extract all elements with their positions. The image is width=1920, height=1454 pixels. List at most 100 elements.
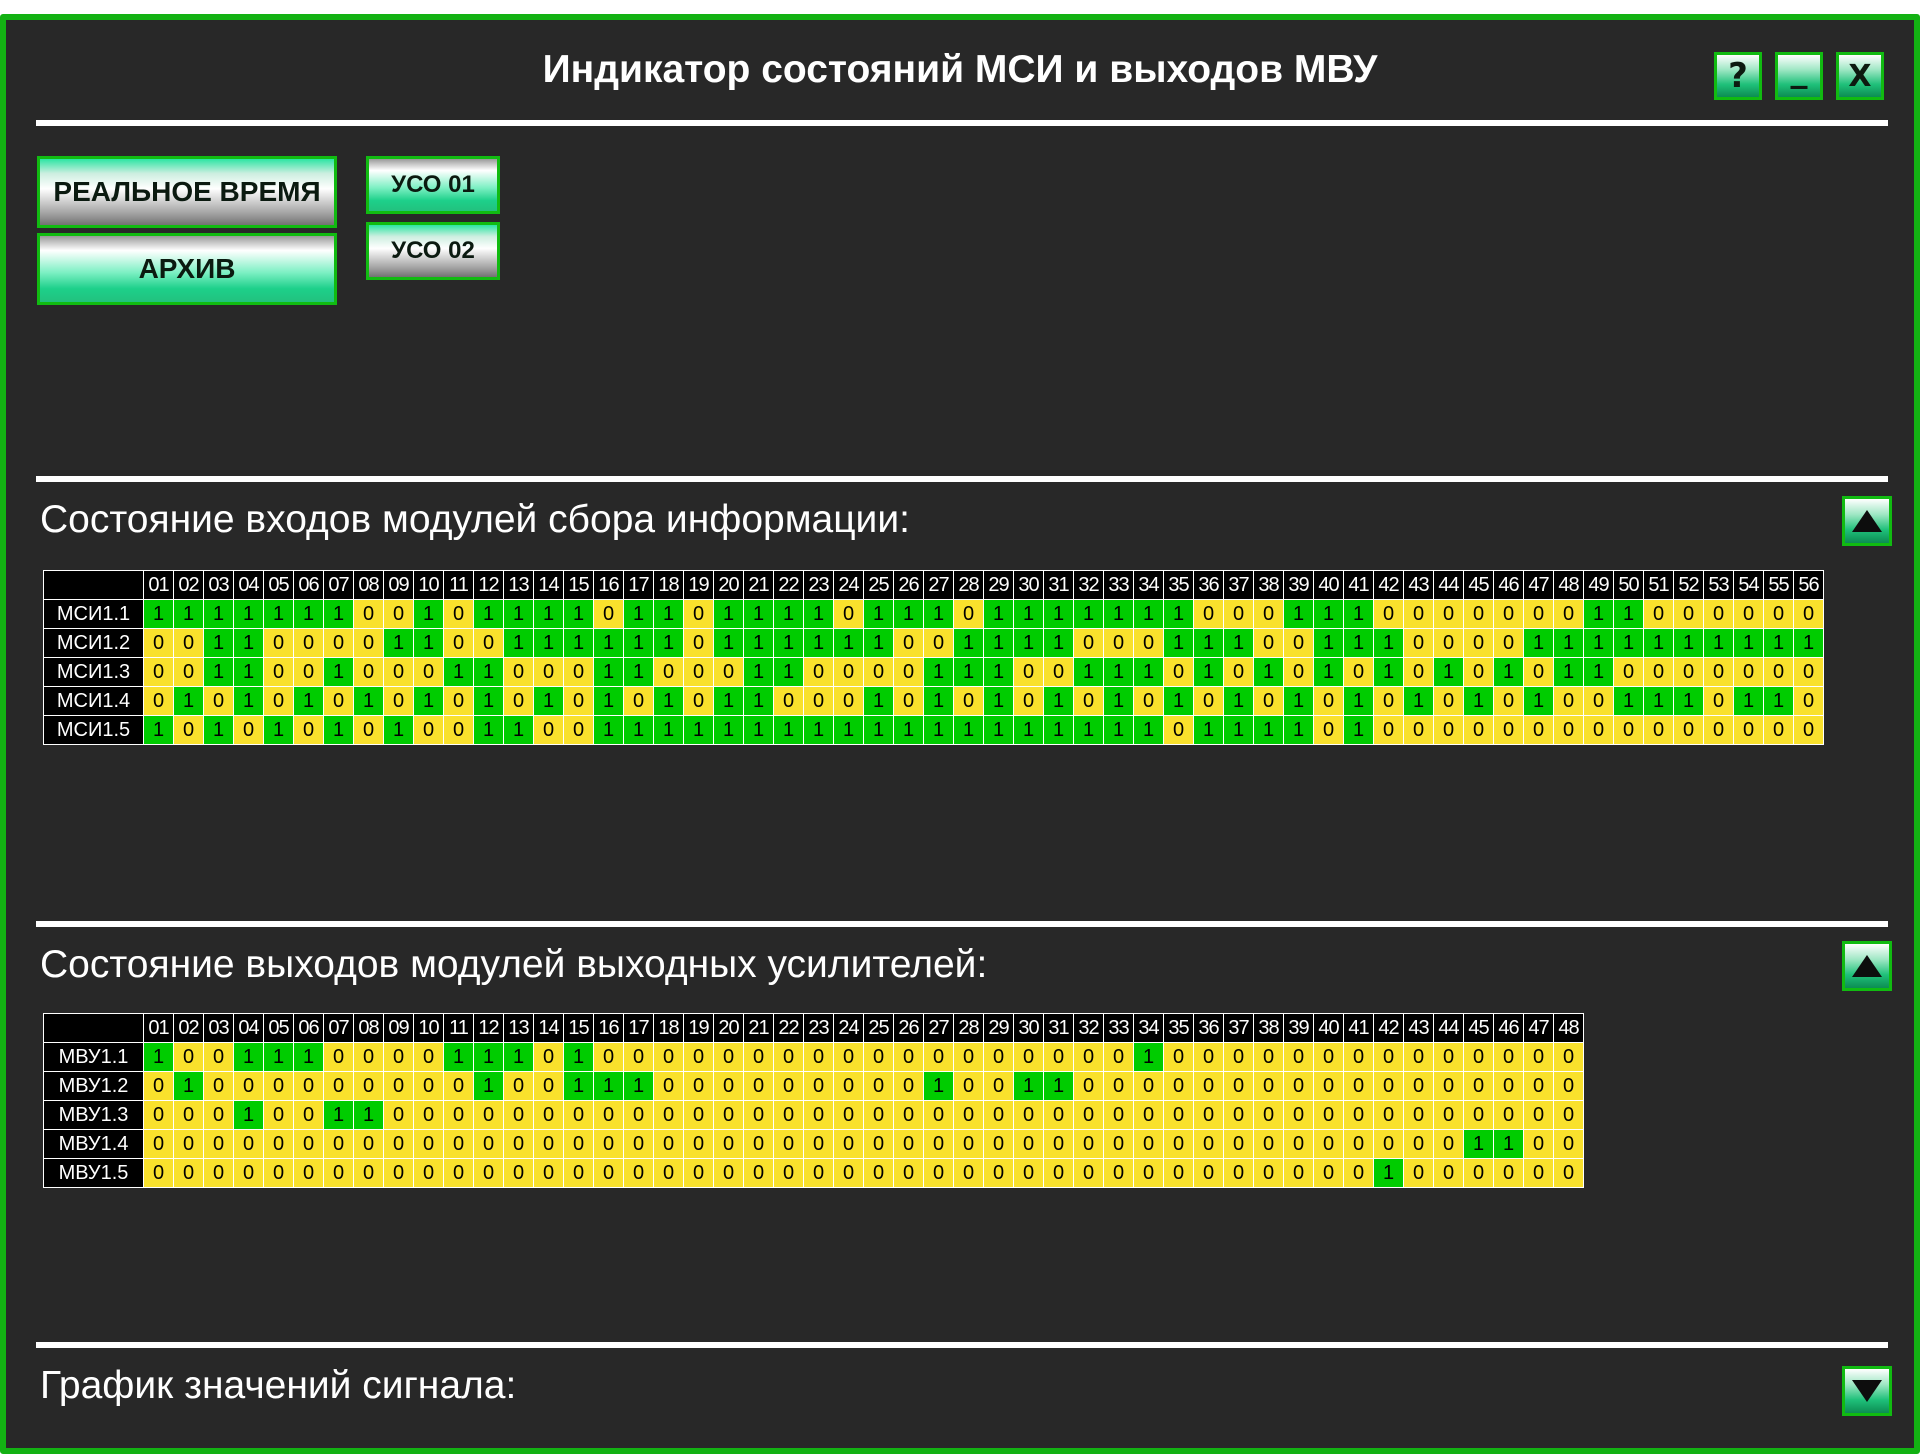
state-cell: 1	[953, 628, 984, 658]
state-cell: 0	[173, 715, 204, 745]
state-cell: 0	[1133, 686, 1164, 716]
signal-expand-button[interactable]	[1842, 1366, 1892, 1416]
state-cell: 1	[623, 1071, 654, 1101]
msi-collapse-button[interactable]	[1842, 496, 1892, 546]
state-cell: 0	[1433, 1100, 1464, 1130]
state-cell: 1	[1583, 628, 1614, 658]
state-cell: 0	[1463, 599, 1494, 629]
state-cell: 0	[1403, 1158, 1434, 1188]
state-cell: 0	[1193, 1158, 1224, 1188]
state-cell: 0	[1733, 599, 1764, 629]
column-header: 43	[1403, 1013, 1434, 1043]
state-cell: 0	[1253, 1129, 1284, 1159]
state-cell: 1	[1673, 686, 1704, 716]
msi-row: МСИ1.4 0 1 0 1 0 1 0 1 0 1 0 1 0 1 0 1 0 1 0 1 1 0 0 0 1 0 1 0 1 0 1 0 1 0…	[43, 686, 1824, 716]
state-cell: 0	[263, 1071, 294, 1101]
column-header: 04	[233, 1013, 264, 1043]
column-header: 20	[713, 570, 744, 600]
column-header: 35	[1163, 1013, 1194, 1043]
state-cell: 1	[1133, 715, 1164, 745]
state-cell: 1	[1553, 628, 1584, 658]
archive-button[interactable]: АРХИВ	[37, 233, 337, 305]
state-cell: 1	[1583, 599, 1614, 629]
state-cell: 1	[563, 1071, 594, 1101]
state-cell: 1	[983, 599, 1014, 629]
column-header: 09	[383, 1013, 414, 1043]
state-cell: 0	[953, 1100, 984, 1130]
corner-cell	[43, 1013, 144, 1043]
state-cell: 1	[893, 599, 924, 629]
state-cell: 0	[593, 1042, 624, 1072]
state-cell: 0	[1553, 599, 1584, 629]
state-cell: 1	[593, 686, 624, 716]
state-cell: 1	[233, 599, 264, 629]
state-cell: 0	[1103, 1100, 1134, 1130]
state-cell: 0	[443, 1158, 474, 1188]
state-cell: 1	[683, 715, 714, 745]
state-cell: 0	[803, 686, 834, 716]
state-cell: 0	[1253, 599, 1284, 629]
minimize-button[interactable]: _	[1775, 50, 1823, 100]
state-cell: 0	[923, 1129, 954, 1159]
state-cell: 0	[1463, 1158, 1494, 1188]
state-cell: 0	[1493, 599, 1524, 629]
column-header: 47	[1523, 570, 1554, 600]
state-cell: 0	[713, 1100, 744, 1130]
column-header: 05	[263, 1013, 294, 1043]
state-cell: 1	[1763, 686, 1794, 716]
state-cell: 1	[1493, 657, 1524, 687]
state-cell: 0	[143, 628, 174, 658]
state-cell: 0	[1283, 628, 1314, 658]
state-cell: 1	[1013, 715, 1044, 745]
state-cell: 1	[923, 686, 954, 716]
state-cell: 0	[713, 1071, 744, 1101]
state-cell: 1	[713, 686, 744, 716]
state-cell: 0	[653, 1042, 684, 1072]
state-cell: 1	[743, 628, 774, 658]
uso02-button[interactable]: УСО 02	[366, 222, 500, 280]
state-cell: 0	[1253, 628, 1284, 658]
column-header: 24	[833, 570, 864, 600]
state-cell: 0	[323, 1042, 354, 1072]
uso01-button[interactable]: УСО 01	[366, 156, 500, 214]
state-cell: 1	[533, 599, 564, 629]
state-cell: 0	[1343, 1129, 1374, 1159]
state-cell: 1	[473, 1042, 504, 1072]
column-header: 02	[173, 570, 204, 600]
state-cell: 0	[533, 715, 564, 745]
column-header: 47	[1523, 1013, 1554, 1043]
state-cell: 1	[1073, 657, 1104, 687]
state-cell: 1	[1343, 599, 1374, 629]
state-cell: 0	[1343, 1100, 1374, 1130]
state-cell: 0	[1163, 1100, 1194, 1130]
close-button[interactable]: X	[1836, 52, 1884, 100]
window-title: Индикатор состояний МСИ и выходов МВУ	[542, 48, 1378, 91]
state-cell: 0	[1433, 1158, 1464, 1188]
state-cell: 0	[173, 1158, 204, 1188]
column-header: 14	[533, 570, 564, 600]
state-cell: 1	[1043, 599, 1074, 629]
column-header: 45	[1463, 1013, 1494, 1043]
realtime-button[interactable]: РЕАЛЬНОЕ ВРЕМЯ	[37, 156, 337, 228]
state-cell: 1	[1073, 599, 1104, 629]
state-cell: 0	[1583, 686, 1614, 716]
mvu-collapse-button[interactable]	[1842, 941, 1892, 991]
column-header: 41	[1343, 570, 1374, 600]
state-cell: 0	[1163, 1129, 1194, 1159]
state-cell: 0	[143, 1158, 174, 1188]
state-cell: 0	[1013, 1042, 1044, 1072]
state-cell: 0	[743, 1100, 774, 1130]
state-cell: 0	[203, 1071, 234, 1101]
state-cell: 1	[1283, 715, 1314, 745]
column-header: 01	[143, 1013, 174, 1043]
state-cell: 1	[503, 599, 534, 629]
state-cell: 0	[743, 1129, 774, 1159]
state-cell: 0	[1613, 657, 1644, 687]
column-header: 38	[1253, 1013, 1284, 1043]
state-cell: 0	[1193, 599, 1224, 629]
column-header: 48	[1553, 1013, 1584, 1043]
state-cell: 0	[503, 1158, 534, 1188]
state-cell: 1	[233, 657, 264, 687]
column-header: 38	[1253, 570, 1284, 600]
help-button[interactable]: ?	[1714, 52, 1762, 100]
